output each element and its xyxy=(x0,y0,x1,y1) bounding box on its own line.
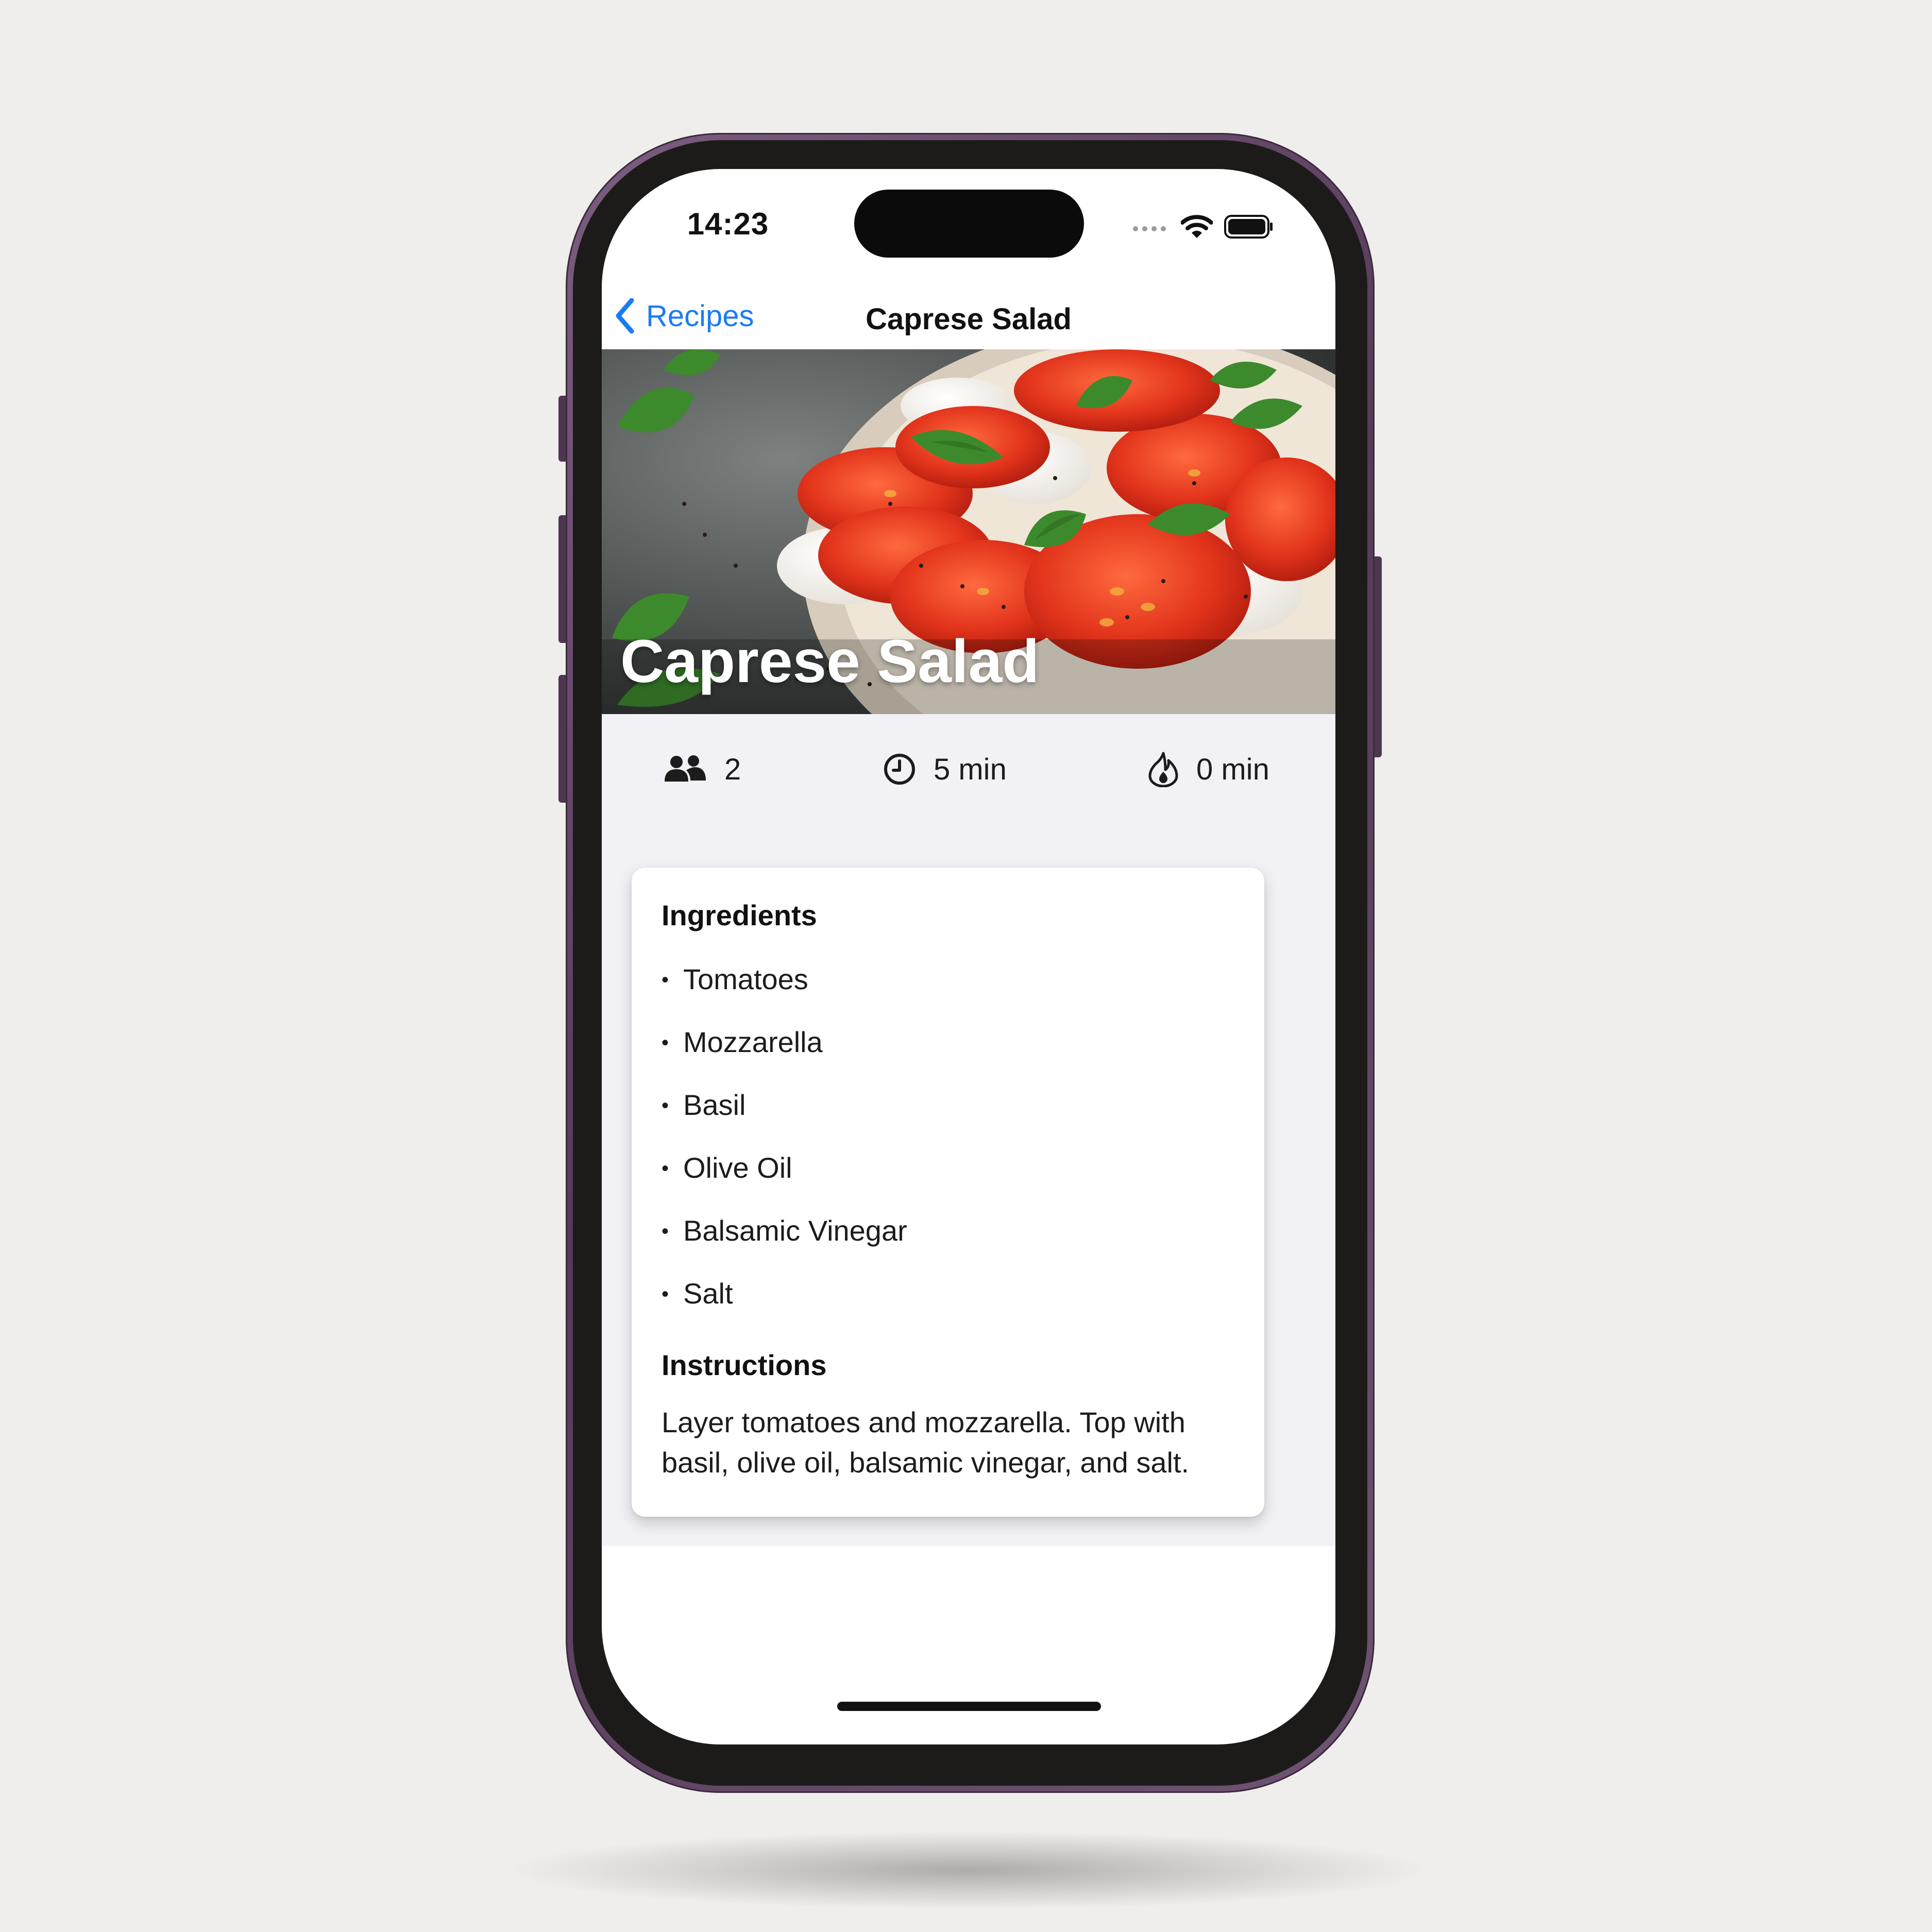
recipe-content: 2 5 min 0 min Ingredients • Tomatoes • M… xyxy=(602,714,1335,1546)
status-time: 14:23 xyxy=(687,207,769,241)
servings-value: 2 xyxy=(724,752,741,786)
wifi-icon xyxy=(1181,215,1213,238)
cook-time-value: 0 min xyxy=(1196,752,1269,786)
status-icons xyxy=(1132,211,1274,242)
phone-shadow xyxy=(515,1832,1422,1909)
bullet: • xyxy=(662,1031,669,1054)
bullet: • xyxy=(662,969,669,991)
ingredient-item: • Basil xyxy=(662,1088,907,1150)
cook-time-stat: 0 min xyxy=(1148,746,1269,792)
battery-icon xyxy=(1224,215,1273,239)
stage: 14:23 Recipes Caprese Salad Caprese Sala… xyxy=(0,0,1932,1932)
instructions-heading: Instructions xyxy=(662,1349,827,1381)
ingredient-item: • Mozzarella xyxy=(662,1025,907,1088)
cellular-icon xyxy=(1133,226,1166,231)
bullet: • xyxy=(662,1094,669,1117)
recipe-card: Ingredients • Tomatoes • Mozzarella • Ba… xyxy=(632,868,1264,1517)
clock-icon xyxy=(884,754,915,785)
home-indicator[interactable] xyxy=(837,1702,1101,1711)
flame-timer-icon xyxy=(1148,752,1178,787)
instructions-text: Layer tomatoes and mozzarella. Top with … xyxy=(662,1406,1190,1479)
people-icon xyxy=(665,755,706,782)
phone-screen: 14:23 Recipes Caprese Salad Caprese Sala… xyxy=(602,169,1335,1744)
prep-time-stat: 5 min xyxy=(883,746,1007,792)
phone-frame: 14:23 Recipes Caprese Salad Caprese Sala… xyxy=(566,133,1375,1793)
nav-title: Caprese Salad xyxy=(866,302,1072,336)
ingredients-heading: Ingredients xyxy=(662,899,817,931)
ingredient-item: • Tomatoes xyxy=(662,962,907,1025)
servings-stat: 2 xyxy=(664,746,741,792)
bullet: • xyxy=(662,1157,669,1180)
prep-time-value: 5 min xyxy=(934,752,1007,786)
ingredient-item: • Salt xyxy=(662,1276,907,1339)
bullet: • xyxy=(662,1283,669,1306)
hero-title: Caprese Salad xyxy=(620,628,1040,696)
navigation-bar: Recipes Caprese Salad xyxy=(602,282,1335,349)
dynamic-island xyxy=(854,190,1084,258)
recipe-stats: 2 5 min 0 min xyxy=(602,746,1335,792)
ingredient-item: • Olive Oil xyxy=(662,1150,907,1213)
ingredient-list: • Tomatoes • Mozzarella • Basil • Olive … xyxy=(662,962,907,1339)
bullet: • xyxy=(662,1220,669,1243)
ingredient-item: • Balsamic Vinegar xyxy=(662,1213,907,1276)
hero-image: Caprese Salad xyxy=(602,349,1335,714)
